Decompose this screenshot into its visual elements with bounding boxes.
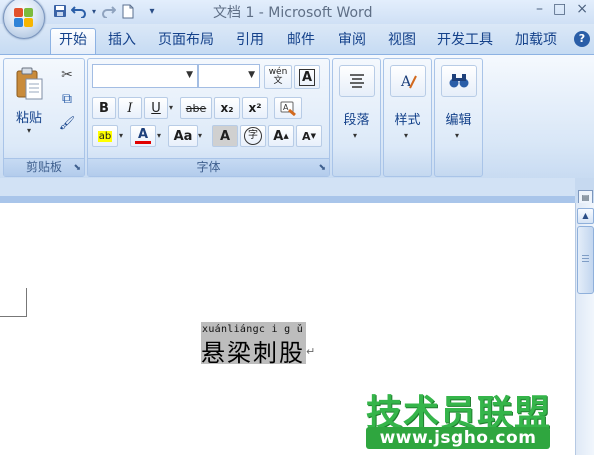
editing-dropdown-icon: ▾: [455, 131, 460, 140]
close-button[interactable]: ×: [576, 1, 588, 17]
editing-group[interactable]: 编辑 ▾: [434, 58, 483, 177]
tab-references[interactable]: 引用: [230, 29, 270, 51]
shrink-font-icon: A: [302, 129, 311, 143]
paragraph-group[interactable]: 段落 ▾: [332, 58, 381, 177]
ribbon: 粘贴 ▾ ✂ ⧉ 🖌 剪贴板 ⬊ ▼ ▼ wén 文 A B I U ▾ abe…: [0, 54, 594, 179]
styles-group[interactable]: A 样式 ▾: [383, 58, 432, 177]
highlight-icon: ab: [97, 130, 113, 142]
underline-button[interactable]: U: [144, 97, 168, 119]
strikethrough-button[interactable]: abe: [180, 97, 212, 119]
clipboard-group: 粘贴 ▾ ✂ ⧉ 🖌 剪贴板 ⬊: [3, 58, 85, 177]
tab-mailings[interactable]: 邮件: [281, 29, 321, 51]
office-logo-icon: [14, 8, 34, 28]
clipboard-launcher-icon[interactable]: ⬊: [73, 163, 81, 173]
new-document-icon[interactable]: [120, 3, 136, 19]
font-color-button[interactable]: A: [130, 125, 156, 147]
undo-dropdown-icon[interactable]: ▾: [90, 3, 98, 19]
italic-button[interactable]: I: [118, 97, 142, 119]
enclose-characters-button[interactable]: 字: [240, 125, 266, 147]
styles-dropdown-icon: ▾: [404, 131, 409, 140]
shrink-font-button[interactable]: A ▼: [296, 125, 322, 147]
paste-button[interactable]: 粘贴 ▾: [8, 63, 50, 139]
paste-icon: [16, 67, 43, 100]
font-name-dropdown-icon: ▼: [186, 70, 193, 80]
tab-add-ins[interactable]: 加载项: [510, 29, 562, 51]
char-border-icon: A: [298, 68, 316, 86]
paragraph-label: 段落: [343, 113, 370, 128]
grow-font-button[interactable]: A ▲: [268, 125, 294, 147]
font-color-swatch: [135, 140, 151, 144]
bold-button[interactable]: B: [92, 97, 116, 119]
clipboard-group-label: 剪贴板: [4, 158, 84, 176]
tab-page-layout[interactable]: 页面布局: [153, 29, 219, 51]
help-icon[interactable]: ?: [574, 31, 590, 47]
redo-icon[interactable]: [101, 3, 117, 19]
phonetic-guide-button[interactable]: wén 文: [264, 65, 292, 89]
title-bar: ▾ ▾ 文档 1 - Microsoft Word – □ ×: [0, 0, 594, 39]
document-frame: [0, 196, 575, 203]
highlight-button[interactable]: ab: [92, 125, 118, 147]
font-size-dropdown-icon: ▼: [248, 70, 255, 80]
cut-icon[interactable]: ✂: [56, 65, 78, 85]
character-border-button[interactable]: A: [294, 65, 320, 89]
clear-formatting-icon: A: [280, 101, 296, 116]
subscript-button[interactable]: x₂: [214, 97, 240, 119]
minimize-button[interactable]: –: [536, 1, 543, 17]
paste-dropdown-icon: ▾: [26, 126, 31, 135]
enclose-char-icon: 字: [244, 127, 262, 145]
window-title: 文档 1 - Microsoft Word: [213, 5, 373, 21]
character-shading-button[interactable]: A: [212, 125, 238, 147]
tab-review[interactable]: 审阅: [332, 29, 372, 51]
page-margin-marker: [0, 288, 27, 317]
change-case-dropdown-icon[interactable]: ▾: [198, 131, 202, 140]
grow-font-icon: A: [273, 128, 284, 144]
styles-label: 样式: [394, 113, 421, 128]
format-painter-icon[interactable]: 🖌: [56, 113, 78, 133]
font-size-combo[interactable]: ▼: [198, 64, 260, 88]
tab-insert[interactable]: 插入: [102, 29, 142, 51]
change-case-button[interactable]: Aa: [168, 125, 198, 147]
paragraph-mark: ↵: [306, 345, 316, 358]
copy-icon[interactable]: ⧉: [56, 89, 78, 109]
font-name-combo[interactable]: ▼: [92, 64, 198, 88]
scroll-up-icon[interactable]: ▲: [577, 208, 594, 224]
scroll-thumb[interactable]: [577, 226, 594, 294]
svg-text:A: A: [283, 103, 289, 112]
paragraph-dropdown-icon: ▾: [353, 131, 358, 140]
quick-access-toolbar: ▾ ▾: [52, 2, 157, 20]
styles-icon: A: [390, 65, 426, 97]
paste-label: 粘贴: [15, 111, 42, 126]
font-color-icon: A: [137, 126, 149, 142]
font-launcher-icon[interactable]: ⬊: [318, 163, 326, 173]
editing-label: 编辑: [445, 113, 472, 128]
watermark-url: www.jsgho.com: [366, 427, 550, 449]
font-group-label: 字体: [88, 158, 329, 176]
paragraph-icon: [339, 65, 375, 97]
phonetic-guide-icon: wén 文: [268, 67, 288, 86]
ruler-area: [0, 178, 575, 196]
clear-formatting-button[interactable]: A: [274, 97, 302, 119]
save-icon[interactable]: [52, 3, 68, 19]
underline-dropdown-icon[interactable]: ▾: [169, 103, 173, 112]
superscript-button[interactable]: x²: [242, 97, 268, 119]
tab-home[interactable]: 开始: [50, 28, 96, 54]
undo-icon[interactable]: [71, 3, 87, 19]
font-color-dropdown-icon[interactable]: ▾: [157, 131, 161, 140]
ribbon-tabs: 开始 插入 页面布局 引用 邮件 审阅 视图 开发工具 加载项 ?: [0, 24, 594, 54]
maximize-button[interactable]: □: [553, 1, 566, 17]
tab-view[interactable]: 视图: [382, 29, 422, 51]
font-group: ▼ ▼ wén 文 A B I U ▾ abe x₂ x² A ab ▾ A ▾…: [87, 58, 330, 177]
document-text[interactable]: 悬梁刺股: [201, 333, 305, 368]
tab-developer[interactable]: 开发工具: [432, 29, 498, 51]
window-controls: – □ ×: [536, 1, 588, 17]
highlight-dropdown-icon[interactable]: ▾: [119, 131, 123, 140]
customize-qat-icon[interactable]: ▾: [147, 3, 157, 19]
binoculars-icon: [441, 65, 477, 97]
